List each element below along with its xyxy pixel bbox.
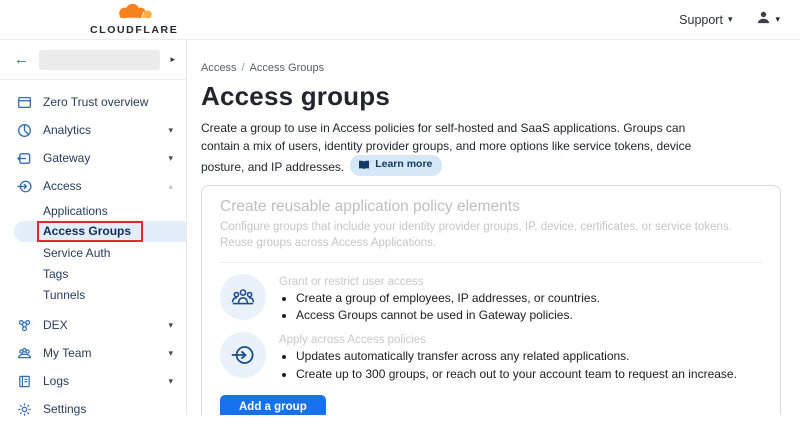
user-icon <box>756 10 771 30</box>
access-circle-icon <box>220 332 266 378</box>
sidebar: ← ▸ Zero Trust overview Analytics ▾ <box>0 40 187 415</box>
section-bullets: Updates automatically transfer across an… <box>279 348 737 381</box>
sidebar-item-gateway[interactable]: Gateway ▾ <box>0 144 186 172</box>
sidebar-item-label: Service Auth <box>43 246 110 260</box>
sidebar-item-label: Settings <box>43 402 173 416</box>
breadcrumb-access-groups: Access Groups <box>250 62 325 74</box>
sidebar-item-logs[interactable]: Logs ▾ <box>0 367 186 395</box>
sidebar-item-label: My Team <box>43 346 168 360</box>
breadcrumb: Access / Access Groups <box>201 62 780 74</box>
sidebar-item-dex[interactable]: DEX ▾ <box>0 311 186 339</box>
section-grant-restrict: Grant or restrict user access Create a g… <box>220 274 762 324</box>
section-heading: Apply across Access policies <box>279 334 737 346</box>
bullet: Access Groups cannot be used in Gateway … <box>296 307 600 323</box>
section-heading: Grant or restrict user access <box>279 276 600 288</box>
divider <box>220 262 762 263</box>
sidebar-item-tunnels[interactable]: Tunnels <box>0 284 186 305</box>
chevron-down-icon: ▾ <box>168 348 173 359</box>
top-bar: CLOUDFLARE Support ▾ ▾ <box>0 0 800 40</box>
add-group-button[interactable]: Add a group <box>220 395 326 415</box>
breadcrumb-access[interactable]: Access <box>201 62 236 74</box>
sidebar-item-access-groups[interactable]: Access Groups <box>14 221 186 242</box>
chevron-down-icon: ▾ <box>728 14 733 25</box>
main-content: Access / Access Groups Access groups Creat… <box>188 40 800 415</box>
window-icon <box>16 94 32 110</box>
chevron-down-icon: ▾ <box>168 125 173 136</box>
sidebar-item-zero-trust-overview[interactable]: Zero Trust overview <box>0 88 186 116</box>
sidebar-item-label: Logs <box>43 374 168 388</box>
bullet: Create a group of employees, IP addresse… <box>296 290 600 306</box>
sidebar-item-service-auth[interactable]: Service Auth <box>0 242 186 263</box>
cloudflare-cloud-icon <box>111 3 157 24</box>
team-icon <box>16 345 32 361</box>
cloudflare-wordmark: CLOUDFLARE <box>90 25 178 36</box>
expand-icon[interactable]: ▸ <box>170 54 175 65</box>
logs-icon <box>16 373 32 389</box>
breadcrumb-separator: / <box>241 62 244 74</box>
chevron-down-icon: ▾ <box>168 320 173 331</box>
sidebar-item-my-team[interactable]: My Team ▾ <box>0 339 186 367</box>
page-description: Create a group to use in Access policies… <box>201 119 706 176</box>
section-apply-policies: Apply across Access policies Updates aut… <box>220 332 762 382</box>
sidebar-item-label: Tags <box>43 267 68 281</box>
sidebar-item-access[interactable]: Access ▴ <box>0 172 186 200</box>
learn-more-label: Learn more <box>375 157 432 173</box>
sidebar-item-label: Tunnels <box>43 288 85 302</box>
sidebar-item-label: Gateway <box>43 151 168 165</box>
sidebar-item-label: Applications <box>43 204 108 218</box>
highlight-red-box: Access Groups <box>37 221 143 242</box>
sidebar-item-label: Zero Trust overview <box>43 95 173 109</box>
cloudflare-logo: CLOUDFLARE <box>90 3 178 36</box>
chevron-down-icon: ▾ <box>775 14 780 25</box>
access-icon <box>16 178 32 194</box>
sidebar-item-analytics[interactable]: Analytics ▾ <box>0 116 186 144</box>
section-bullets: Create a group of employees, IP addresse… <box>279 290 600 323</box>
sidebar-item-applications[interactable]: Applications <box>0 200 186 221</box>
sidebar-header: ← ▸ <box>0 40 186 80</box>
card-title: Create reusable application policy eleme… <box>220 198 762 216</box>
sidebar-item-label: Analytics <box>43 123 168 137</box>
sidebar-item-label: Access <box>43 179 168 193</box>
book-icon <box>358 160 370 170</box>
sidebar-item-label: Access Groups <box>43 224 131 238</box>
bullet: Create up to 300 groups, or reach out to… <box>296 366 737 382</box>
support-label: Support <box>679 13 723 27</box>
support-menu[interactable]: Support ▾ <box>679 13 732 27</box>
back-arrow-icon[interactable]: ← <box>14 51 29 68</box>
gateway-icon <box>16 150 32 166</box>
pie-chart-icon <box>16 122 32 138</box>
learn-more-button[interactable]: Learn more <box>350 155 442 176</box>
card-subtitle: Configure groups that include your ident… <box>220 219 745 251</box>
page-title: Access groups <box>201 81 780 112</box>
chevron-down-icon: ▾ <box>168 376 173 387</box>
account-name-placeholder[interactable] <box>39 50 160 70</box>
chevron-down-icon: ▾ <box>168 153 173 164</box>
page-description-text: Create a group to use in Access policies… <box>201 121 691 174</box>
sidebar-item-settings[interactable]: Settings <box>0 395 186 423</box>
sidebar-item-tags[interactable]: Tags <box>0 263 186 284</box>
team-circle-icon <box>220 274 266 320</box>
sidebar-nav: Zero Trust overview Analytics ▾ Gateway <box>0 80 186 423</box>
account-menu[interactable]: ▾ <box>756 10 780 30</box>
sidebar-item-label: DEX <box>43 318 168 332</box>
access-groups-empty-state-card: Create reusable application policy eleme… <box>201 185 781 415</box>
dex-icon <box>16 317 32 333</box>
chevron-up-icon: ▴ <box>168 181 173 192</box>
bullet: Updates automatically transfer across an… <box>296 348 737 364</box>
